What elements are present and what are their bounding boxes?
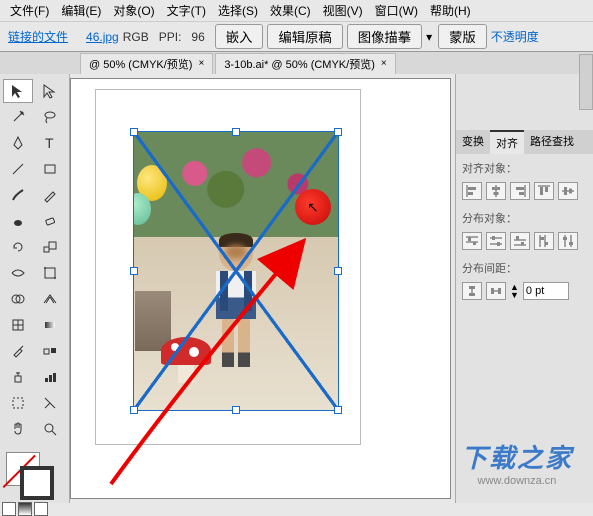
eyedropper-tool[interactable] xyxy=(3,339,33,363)
align-right-icon[interactable] xyxy=(510,182,530,200)
distribute-hcenter-icon[interactable] xyxy=(558,232,578,250)
align-vcenter-icon[interactable] xyxy=(558,182,578,200)
align-top-icon[interactable] xyxy=(534,182,554,200)
panel-tab-transform[interactable]: 变换 xyxy=(456,130,490,154)
selection-tool[interactable] xyxy=(3,79,33,103)
color-mode-row xyxy=(2,502,48,516)
edit-original-button[interactable]: 编辑原稿 xyxy=(267,24,342,49)
free-transform-tool[interactable] xyxy=(35,261,65,285)
perspective-grid-tool[interactable] xyxy=(35,287,65,311)
distribute-top-icon[interactable] xyxy=(462,232,482,250)
rectangle-tool[interactable] xyxy=(35,157,65,181)
spacing-input[interactable] xyxy=(523,282,569,300)
menu-object[interactable]: 对象(O) xyxy=(107,2,160,19)
panel-tab-align[interactable]: 对齐 xyxy=(490,130,524,154)
close-icon[interactable]: × xyxy=(381,58,387,69)
distribute-bottom-icon[interactable] xyxy=(510,232,530,250)
artboard-tool[interactable] xyxy=(3,391,33,415)
blend-tool[interactable] xyxy=(35,339,65,363)
ppi-label: PPI: xyxy=(159,30,182,44)
embed-button[interactable]: 嵌入 xyxy=(215,24,264,49)
eraser-tool[interactable] xyxy=(35,209,65,233)
pen-tool[interactable] xyxy=(3,131,33,155)
rotate-tool[interactable] xyxy=(3,235,33,259)
dropdown-arrow-icon[interactable]: ▾ xyxy=(426,30,432,44)
document-tab-1[interactable]: @ 50% (CMYK/预览) × xyxy=(80,53,213,74)
linked-file-link[interactable]: 链接的文件 xyxy=(8,28,68,45)
watermark-url: www.downza.cn xyxy=(461,475,573,487)
paintbrush-tool[interactable] xyxy=(3,183,33,207)
distribute-spacing-label: 分布间距： xyxy=(462,260,587,276)
line-tool[interactable] xyxy=(3,157,33,181)
svg-text:T: T xyxy=(45,135,54,151)
direct-selection-tool[interactable] xyxy=(35,79,65,103)
tab-label: @ 50% (CMYK/预览) xyxy=(89,56,192,72)
ppi-value: 96 xyxy=(191,30,204,44)
placed-image[interactable]: ↖ xyxy=(133,131,339,411)
mask-button[interactable]: 蒙版 xyxy=(438,24,487,49)
menu-view[interactable]: 视图(V) xyxy=(317,2,369,19)
mesh-tool[interactable] xyxy=(3,313,33,337)
align-hcenter-icon[interactable] xyxy=(486,182,506,200)
watermark: 下载之家 www.downza.cn xyxy=(461,438,573,487)
type-tool[interactable]: T xyxy=(35,131,65,155)
menu-window[interactable]: 窗口(W) xyxy=(369,2,424,19)
colormode-label: RGB xyxy=(123,30,149,44)
collapsed-panel-strip[interactable] xyxy=(579,74,593,110)
opacity-label[interactable]: 不透明度 xyxy=(491,28,539,45)
cursor-icon: ↖ xyxy=(307,199,319,216)
magic-wand-tool[interactable] xyxy=(3,105,33,129)
scale-tool[interactable] xyxy=(35,235,65,259)
image-content: ↖ xyxy=(133,131,339,411)
watermark-title: 下载之家 xyxy=(461,438,573,475)
filename-link[interactable]: 46.jpg xyxy=(86,30,119,44)
menu-file[interactable]: 文件(F) xyxy=(4,2,55,19)
gradient-color-mode[interactable] xyxy=(18,502,32,516)
hand-tool[interactable] xyxy=(3,417,33,441)
menu-select[interactable]: 选择(S) xyxy=(212,2,264,19)
document-tab-2[interactable]: 3-10b.ai* @ 50% (CMYK/预览) × xyxy=(215,53,395,74)
fill-stroke-swatches[interactable] xyxy=(2,448,62,498)
menu-bar: 文件(F) 编辑(E) 对象(O) 文字(T) 选择(S) 效果(C) 视图(V… xyxy=(0,0,593,22)
menu-type[interactable]: 文字(T) xyxy=(161,2,212,19)
stroke-swatch[interactable] xyxy=(20,466,54,500)
panel-tab-pathfinder[interactable]: 路径查找 xyxy=(524,130,580,154)
image-trace-button[interactable]: 图像描摹 xyxy=(347,24,422,49)
column-graph-tool[interactable] xyxy=(35,365,65,389)
pencil-tool[interactable] xyxy=(35,183,65,207)
align-objects-label: 对齐对象： xyxy=(462,160,587,176)
tab-label: 3-10b.ai* @ 50% (CMYK/预览) xyxy=(224,56,375,72)
tool-panel: T xyxy=(0,74,70,503)
stepper-icon[interactable]: ▲▼ xyxy=(510,283,519,299)
document-tab-bar: @ 50% (CMYK/预览) × 3-10b.ai* @ 50% (CMYK/… xyxy=(0,52,593,74)
distribute-vspace-icon[interactable] xyxy=(462,282,482,300)
menu-effect[interactable]: 效果(C) xyxy=(264,2,317,19)
normal-color-mode[interactable] xyxy=(2,502,16,516)
canvas[interactable]: ↖ xyxy=(70,78,451,499)
align-panel-body: 对齐对象： 分布对象： 分布间距： ▲▼ xyxy=(456,154,593,306)
zoom-tool[interactable] xyxy=(35,417,65,441)
shape-builder-tool[interactable] xyxy=(3,287,33,311)
panel-tab-bar: 变换 对齐 路径查找 xyxy=(456,130,593,154)
blob-brush-tool[interactable] xyxy=(3,209,33,233)
red-annotation-circle: ↖ xyxy=(295,189,331,225)
menu-help[interactable]: 帮助(H) xyxy=(424,2,477,19)
none-color-mode[interactable] xyxy=(34,502,48,516)
child-figure xyxy=(206,237,266,387)
align-left-icon[interactable] xyxy=(462,182,482,200)
control-bar: 链接的文件 46.jpg RGB PPI: 96 嵌入 编辑原稿 图像描摹 ▾ … xyxy=(0,22,593,52)
distribute-hspace-icon[interactable] xyxy=(486,282,506,300)
width-tool[interactable] xyxy=(3,261,33,285)
gradient-tool[interactable] xyxy=(35,313,65,337)
distribute-vcenter-icon[interactable] xyxy=(486,232,506,250)
symbol-sprayer-tool[interactable] xyxy=(3,365,33,389)
lasso-tool[interactable] xyxy=(35,105,65,129)
mushroom-prop xyxy=(161,337,211,381)
close-icon[interactable]: × xyxy=(198,58,204,69)
distribute-objects-label: 分布对象： xyxy=(462,210,587,226)
menu-edit[interactable]: 编辑(E) xyxy=(55,2,107,19)
slice-tool[interactable] xyxy=(35,391,65,415)
distribute-left-icon[interactable] xyxy=(534,232,554,250)
